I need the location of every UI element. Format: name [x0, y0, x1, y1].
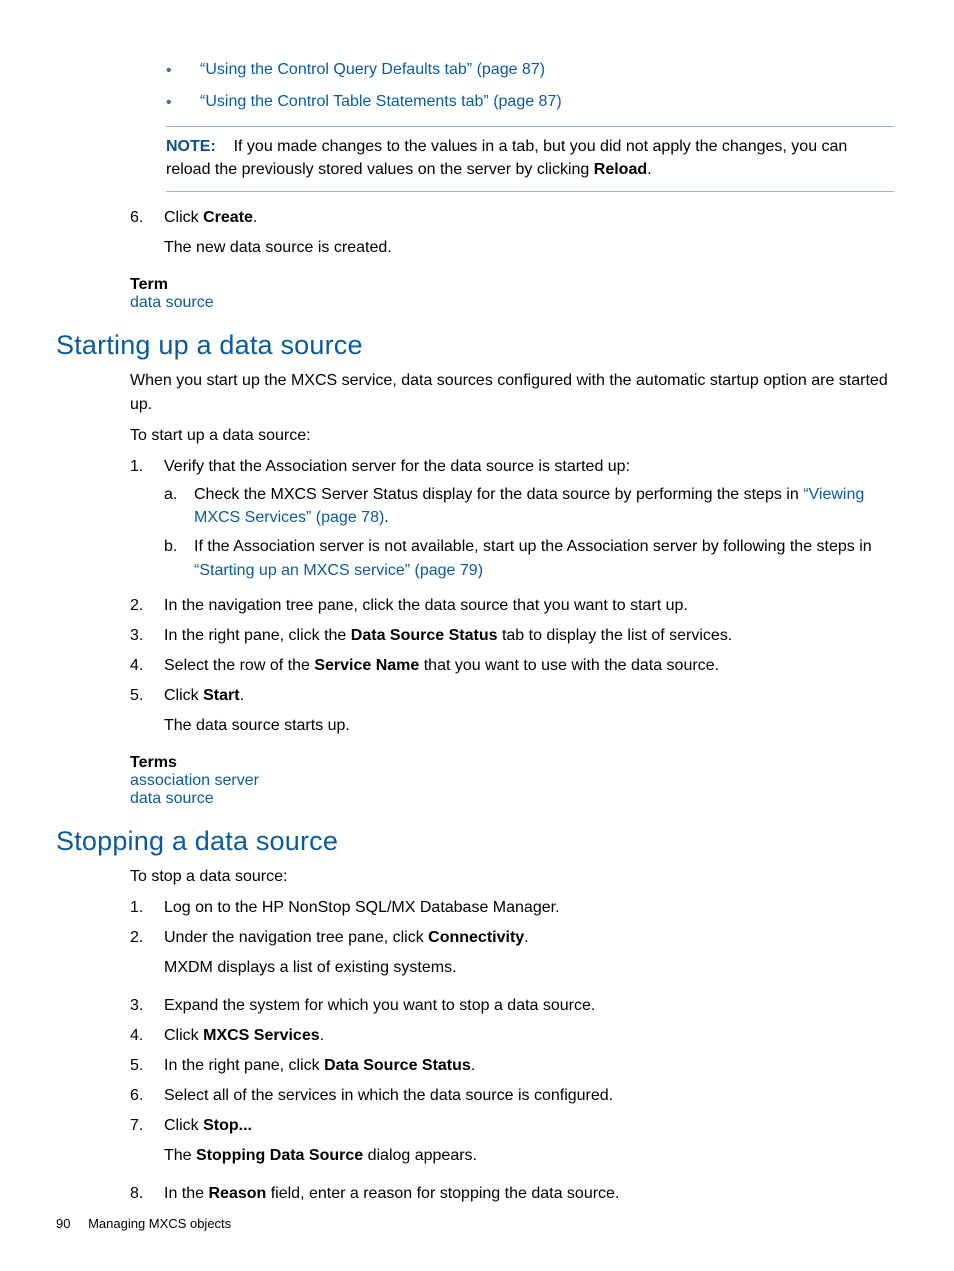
step-text-end: .	[253, 209, 257, 226]
step-text: Select all of the services in which the …	[164, 1084, 894, 1108]
step-text: Click	[164, 209, 203, 226]
step-number: 1.	[130, 455, 164, 588]
link-control-query-defaults[interactable]: “Using the Control Query Defaults tab” (…	[200, 61, 545, 78]
step-text: Log on to the HP NonStop SQL/MX Database…	[164, 896, 894, 920]
step-text: In the right pane, click the	[164, 627, 351, 644]
step-text: Click	[164, 1027, 203, 1044]
term-link-data-source[interactable]: data source	[130, 790, 214, 807]
step-text: Select the row of the	[164, 657, 314, 674]
chapter-title: Managing MXCS objects	[88, 1216, 231, 1231]
substep-letter: a.	[164, 483, 194, 529]
step-bold: Reason	[208, 1185, 266, 1202]
step-number: 6.	[130, 1084, 164, 1108]
bullet-item: “Using the Control Table Statements tab”…	[166, 90, 894, 114]
step-text: In the	[164, 1185, 208, 1202]
step-text: In the right pane, click	[164, 1057, 324, 1074]
step-result: The data source starts up.	[164, 714, 894, 738]
step-number: 3.	[130, 994, 164, 1018]
step-number: 6.	[130, 206, 164, 268]
list-item: 1. Verify that the Association server fo…	[130, 455, 894, 588]
step-text: In the navigation tree pane, click the d…	[164, 594, 894, 618]
step-6-container: 6. Click Create. The new data source is …	[130, 206, 894, 312]
step-text-end: .	[240, 687, 244, 704]
step-text: Click	[164, 1117, 203, 1134]
list-item: 5. Click Start. The data source starts u…	[130, 684, 894, 746]
step-bold: Service Name	[314, 657, 419, 674]
bullet-item: “Using the Control Query Defaults tab” (…	[166, 58, 894, 82]
list-item: 1. Log on to the HP NonStop SQL/MX Datab…	[130, 896, 894, 920]
substep-text-end: .	[384, 509, 388, 526]
step-text-end: that you want to use with the data sourc…	[419, 657, 719, 674]
step-result-post: dialog appears.	[363, 1147, 477, 1164]
list-item: a. Check the MXCS Server Status display …	[164, 483, 894, 529]
substep-text: Check the MXCS Server Status display for…	[194, 486, 803, 503]
step-result: MXDM displays a list of existing systems…	[164, 956, 894, 980]
step-text-end: .	[471, 1057, 475, 1074]
list-item: 6. Select all of the services in which t…	[130, 1084, 894, 1108]
note-label: NOTE:	[166, 138, 216, 155]
starting-lead: To start up a data source:	[130, 424, 894, 447]
step-number: 2.	[130, 926, 164, 988]
step-number: 5.	[130, 1054, 164, 1078]
term-heading: Term	[130, 276, 894, 294]
note-box: NOTE: If you made changes to the values …	[166, 126, 894, 192]
list-item: b. If the Association server is not avai…	[164, 535, 894, 581]
substep-text: If the Association server is not availab…	[194, 538, 872, 555]
step-text: Under the navigation tree pane, click	[164, 929, 428, 946]
terms-heading: Terms	[130, 754, 894, 772]
step-text: Expand the system for which you want to …	[164, 994, 894, 1018]
step-number: 5.	[130, 684, 164, 746]
list-item: 2. In the navigation tree pane, click th…	[130, 594, 894, 618]
step-number: 4.	[130, 1024, 164, 1048]
page-number: 90	[56, 1216, 70, 1231]
heading-stopping-data-source: Stopping a data source	[56, 826, 894, 857]
step-result: The new data source is created.	[164, 236, 894, 260]
step-text: Click	[164, 687, 203, 704]
heading-starting-data-source: Starting up a data source	[56, 330, 894, 361]
step-bold: Data Source Status	[324, 1057, 471, 1074]
list-item: 7. Click Stop... The Stopping Data Sourc…	[130, 1114, 894, 1176]
link-control-table-statements[interactable]: “Using the Control Table Statements tab”…	[200, 93, 562, 110]
step-text-end: tab to display the list of services.	[498, 627, 733, 644]
step-bold: Stop...	[203, 1117, 252, 1134]
step-number: 2.	[130, 594, 164, 618]
substep-letter: b.	[164, 535, 194, 581]
step-text-end: field, enter a reason for stopping the d…	[266, 1185, 619, 1202]
step-bold: Create	[203, 209, 253, 226]
step-text-end: .	[524, 929, 528, 946]
starting-intro: When you start up the MXCS service, data…	[130, 369, 894, 415]
continuation-block: “Using the Control Query Defaults tab” (…	[166, 58, 894, 192]
stopping-lead: To stop a data source:	[130, 865, 894, 888]
list-item: 3. In the right pane, click the Data Sou…	[130, 624, 894, 648]
list-item: 2. Under the navigation tree pane, click…	[130, 926, 894, 988]
step-number: 8.	[130, 1182, 164, 1206]
step-number: 1.	[130, 896, 164, 920]
list-item: 8. In the Reason field, enter a reason f…	[130, 1182, 894, 1206]
step-text: Verify that the Association server for t…	[164, 458, 630, 475]
note-bold: Reload	[594, 161, 647, 178]
step-bold: Data Source Status	[351, 627, 498, 644]
list-item: 5. In the right pane, click Data Source …	[130, 1054, 894, 1078]
note-text-end: .	[647, 161, 651, 178]
step-number: 7.	[130, 1114, 164, 1176]
link-starting-mxcs-service[interactable]: “Starting up an MXCS service” (page 79)	[194, 562, 483, 579]
page-footer: 90 Managing MXCS objects	[56, 1216, 231, 1231]
list-item: 3. Expand the system for which you want …	[130, 994, 894, 1018]
term-link-data-source[interactable]: data source	[130, 294, 214, 311]
step-result-bold: Stopping Data Source	[196, 1147, 363, 1164]
step-bold: Connectivity	[428, 929, 524, 946]
step-number: 3.	[130, 624, 164, 648]
list-item: 6. Click Create. The new data source is …	[130, 206, 894, 268]
bullet-list: “Using the Control Query Defaults tab” (…	[166, 58, 894, 114]
term-link-association-server[interactable]: association server	[130, 772, 259, 789]
list-item: 4. Click MXCS Services.	[130, 1024, 894, 1048]
list-item: 4. Select the row of the Service Name th…	[130, 654, 894, 678]
step-text-end: .	[320, 1027, 324, 1044]
step-bold: MXCS Services	[203, 1027, 320, 1044]
note-text: If you made changes to the values in a t…	[166, 138, 847, 178]
step-result-pre: The	[164, 1147, 196, 1164]
step-number: 4.	[130, 654, 164, 678]
step-bold: Start	[203, 687, 239, 704]
